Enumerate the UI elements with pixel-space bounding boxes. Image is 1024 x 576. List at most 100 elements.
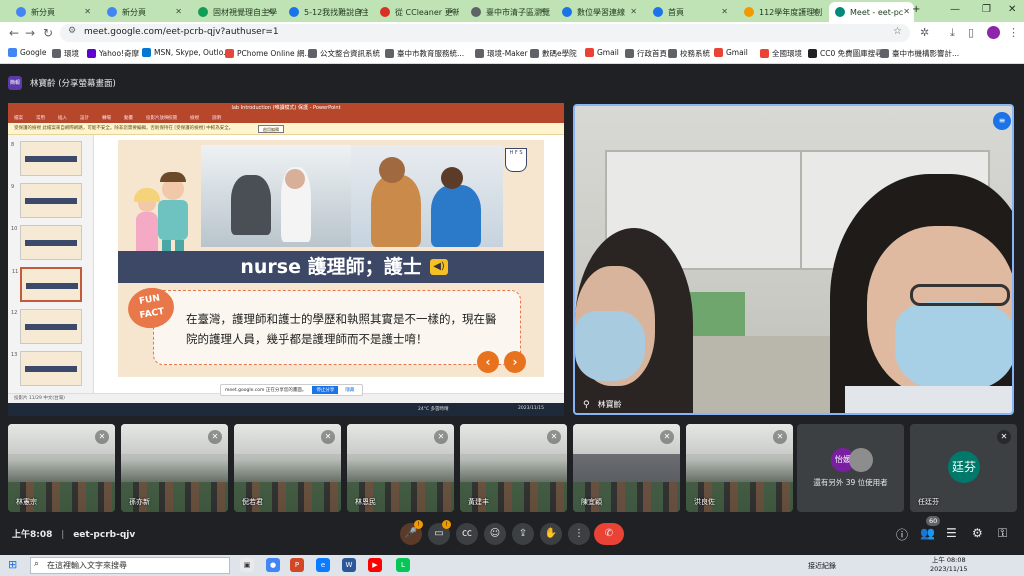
tab-close-icon[interactable]: ✕ [539,7,546,16]
os-search-box[interactable]: ⌕ 在這裡輸入文字來搜尋 [30,557,230,574]
slide-thumbnail[interactable]: 12 [11,309,82,344]
hide-notice-button[interactable]: 隱藏 [341,386,358,394]
participant-tile[interactable]: ✕ 黃建丰 [460,424,567,512]
present-button[interactable]: ⇪ [512,523,534,545]
ribbon-tab[interactable]: 轉場 [102,115,111,121]
raise-hand-button[interactable]: ✋ [540,523,562,545]
start-icon[interactable]: ⊞ [8,558,17,571]
bookmark-item[interactable]: 環境-Maker [475,48,528,59]
edge-icon[interactable]: e [316,558,330,572]
minimize-icon[interactable]: — [950,4,960,15]
profile-avatar[interactable] [987,26,1000,39]
task-view-icon[interactable]: ▣ [240,558,254,572]
close-window-icon[interactable]: ✕ [1008,4,1016,15]
tab-close-icon[interactable]: ✕ [357,7,364,16]
download-icon[interactable]: ⤓ [950,26,955,40]
browser-tab[interactable]: 新分頁 ✕ [10,2,95,22]
side-panel-icon[interactable]: ▯ [968,26,974,39]
slide-thumbnail[interactable]: 9 [11,183,82,218]
shared-screen[interactable]: lab Introduction (唯讀模式) 保護 - PowerPoint … [8,103,564,416]
bookmark-item[interactable]: MSN, Skype, Outlo... [142,48,230,57]
ribbon-tab[interactable]: 說明 [212,115,221,121]
browser-tab[interactable]: 首頁 ✕ [647,2,732,22]
emoji-button[interactable]: ☺ [484,523,506,545]
word-icon[interactable]: W [342,558,356,572]
restore-icon[interactable]: ❐ [982,4,991,15]
enable-editing-button[interactable]: 啟用編輯 [258,125,284,133]
chat-icon[interactable]: ☰ [946,526,957,540]
host-controls-icon[interactable]: ⚿ [998,526,1007,541]
bookmark-item[interactable]: 公文整合資訊系統 [308,48,380,59]
powerpoint-icon[interactable]: P [290,558,304,572]
ribbon-tab[interactable]: 投影片放映 [146,115,169,121]
main-participant-video[interactable]: ≡ ⚲ 林寶齡 [573,104,1014,415]
new-tab-icon[interactable]: + [912,4,920,15]
ribbon-tab[interactable]: 檢視 [190,115,199,121]
bookmark-item[interactable]: 行政首頁 [625,48,667,59]
browser-tab[interactable]: Meet - eet-pc ✕ [829,2,914,22]
captions-button[interactable]: ㏄ [456,523,478,545]
people-icon[interactable]: 👥 [920,526,935,540]
participant-tile[interactable]: ✕ 林恩民 [347,424,454,512]
reload-icon[interactable]: ↻ [40,25,56,41]
participant-tile[interactable]: ✕ 洪良佐 [686,424,793,512]
browser-tab[interactable]: 5-12我找難說自主 ✕ [283,2,368,22]
address-bar[interactable]: ⚙ meet.google.com/eet-pcrb-qjv?authuser=… [60,24,910,42]
slide-thumbnail[interactable]: 11 [12,267,82,302]
tab-close-icon[interactable]: ✕ [903,7,910,16]
chrome-icon[interactable]: ● [266,558,280,572]
youtube-icon[interactable]: ▶ [368,558,382,572]
browser-tab[interactable]: 從 CCleaner 更新 ✕ [374,2,459,22]
bookmark-item[interactable]: 全國環境 [760,48,802,59]
participant-tile[interactable]: ✕ 倪若君 [234,424,341,512]
forward-icon[interactable]: → [22,25,38,41]
stop-sharing-button[interactable]: 停止分享 [312,386,339,394]
more-options-button[interactable]: ⋮ [568,523,590,545]
back-icon[interactable]: ← [6,25,22,41]
line-icon[interactable]: L [396,558,410,572]
activities-icon[interactable]: ⚙ [972,526,983,540]
browser-tab[interactable]: 數位學習連線 ✕ [556,2,641,22]
ribbon-tab[interactable]: 常用 [36,115,45,121]
slide-thumbnail[interactable]: 8 [11,141,82,176]
bookmark-item[interactable]: 校務系統 [668,48,710,59]
slide-thumbnail[interactable]: 10 [11,225,82,260]
tab-close-icon[interactable]: ✕ [721,7,728,16]
participant-tile[interactable]: ✕ 孫亦新 [121,424,228,512]
extensions-icon[interactable]: ✲ [920,26,929,39]
other-participants-tile[interactable]: 怡媛 還有另外 39 位使用者 [797,424,904,512]
bookmark-item[interactable]: Yahoo!奇摩 [87,48,139,59]
pin-icon[interactable]: ⚲ [583,400,590,410]
ribbon-tab[interactable]: 檔案 [14,115,23,121]
slide-thumbnail[interactable]: 13 [11,351,82,386]
bookmark-item[interactable]: 臺中市機構影響計... [880,48,959,59]
bookmark-item[interactable]: PChome Online 網... [225,48,312,59]
tab-close-icon[interactable]: ✕ [448,7,455,16]
participant-tile[interactable]: 廷芬 ✕ 任廷芬 [910,424,1017,512]
tab-close-icon[interactable]: ✕ [84,7,91,16]
bookmark-star-icon[interactable]: ☆ [893,26,902,37]
ribbon-tab[interactable]: 校閱 [168,115,177,121]
ribbon-tab[interactable]: 設計 [80,115,89,121]
tab-close-icon[interactable]: ✕ [630,7,637,16]
participant-tile[interactable]: ✕ 陳宜穎 [573,424,680,512]
tab-close-icon[interactable]: ✕ [812,7,819,16]
browser-tab[interactable]: 固材視覺理自主學 ✕ [192,2,277,22]
meeting-details-icon[interactable]: ⓘ [896,526,908,543]
participant-tile[interactable]: ✕ 林憲宗 [8,424,115,512]
tab-close-icon[interactable]: ✕ [175,7,182,16]
bookmark-item[interactable]: 環境 [52,48,79,59]
bookmark-item[interactable]: 數碼e學院 [530,48,577,59]
bookmark-item[interactable]: Google [8,48,46,57]
leave-call-button[interactable]: ✆ [594,523,624,545]
tab-close-icon[interactable]: ✕ [266,7,273,16]
browser-tab[interactable]: 新分頁 ✕ [101,2,186,22]
bookmark-item[interactable]: Gmail [585,48,619,57]
speaker-icon[interactable]: ◀) [430,259,448,275]
bookmark-item[interactable]: Gmail [714,48,748,57]
browser-menu-icon[interactable]: ⋮ [1008,26,1019,39]
bookmark-item[interactable]: CC0 免費圖庫搜尋... [808,48,890,59]
ribbon-tab[interactable]: 動畫 [124,115,133,121]
slide-prev-icon[interactable]: ‹ [477,351,499,373]
ribbon-tab[interactable]: 插入 [58,115,67,121]
